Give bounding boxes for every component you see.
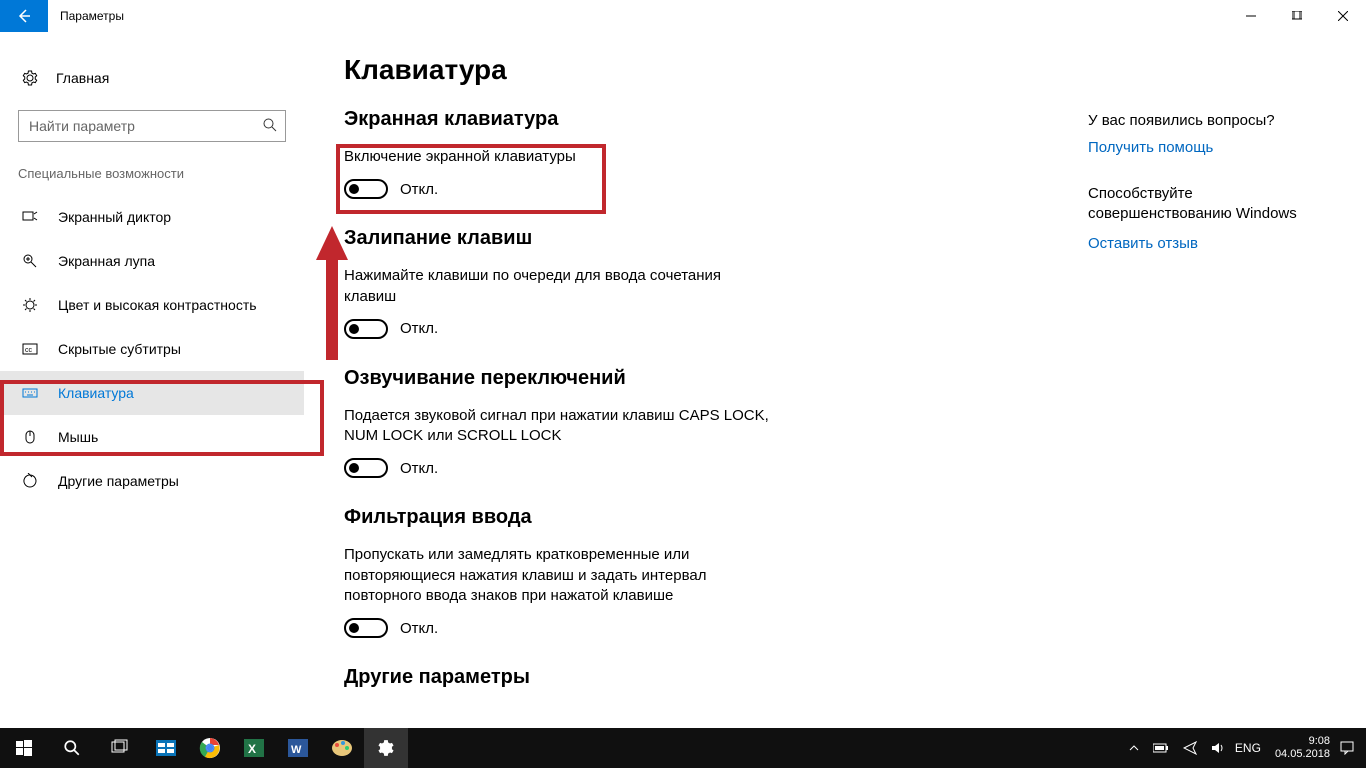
task-view-button[interactable] — [96, 728, 144, 768]
section-toggle-keys-heading: Озвучивание переключений — [344, 367, 1366, 390]
magnifier-icon — [20, 253, 40, 269]
captions-icon: cc — [20, 341, 40, 357]
sidebar: Главная Специальные возможности Экранный… — [0, 32, 304, 728]
search-input[interactable] — [18, 110, 286, 142]
tray-time: 9:08 — [1275, 735, 1330, 748]
sidebar-item-magnifier[interactable]: Экранная лупа — [0, 239, 304, 283]
toggle-state: Откл. — [400, 181, 438, 198]
taskbar-search-button[interactable] — [48, 728, 96, 768]
sidebar-item-label: Клавиатура — [58, 385, 134, 401]
back-button[interactable] — [0, 0, 48, 32]
close-button[interactable] — [1320, 0, 1366, 32]
sidebar-item-label: Экранная лупа — [58, 253, 155, 269]
setting-sticky-label: Нажимайте клавиши по очереди для ввода с… — [344, 266, 774, 307]
sidebar-item-keyboard[interactable]: Клавиатура — [0, 371, 304, 415]
taskbar-app-paint[interactable] — [320, 728, 364, 768]
volume-icon[interactable] — [1207, 741, 1229, 755]
taskbar-app-filemanager[interactable] — [144, 728, 188, 768]
sidebar-item-label: Скрытые субтитры — [58, 341, 181, 357]
gear-icon — [20, 70, 40, 86]
toggle-state: Откл. — [400, 620, 438, 637]
other-icon — [20, 473, 40, 489]
start-button[interactable] — [0, 728, 48, 768]
questions-heading: У вас появились вопросы? — [1088, 112, 1318, 129]
toggle-filter-keys[interactable] — [344, 618, 388, 638]
mouse-icon — [20, 429, 40, 445]
search-icon — [262, 117, 278, 138]
section-filter-keys-heading: Фильтрация ввода — [344, 506, 1366, 529]
toggle-state: Откл. — [400, 320, 438, 337]
toggle-onscreen-keyboard[interactable] — [344, 179, 388, 199]
sidebar-item-label: Другие параметры — [58, 473, 179, 489]
svg-text:W: W — [291, 744, 302, 756]
sidebar-item-captions[interactable]: cc Скрытые субтитры — [0, 327, 304, 371]
setting-togglekeys-label: Подается звуковой сигнал при нажатии кла… — [344, 406, 774, 447]
sidebar-item-mouse[interactable]: Мышь — [0, 415, 304, 459]
get-help-link[interactable]: Получить помощь — [1088, 139, 1318, 156]
sidebar-item-label: Экранный диктор — [58, 209, 171, 225]
home-label: Главная — [56, 70, 109, 86]
home-button[interactable]: Главная — [0, 60, 304, 96]
tray-clock[interactable]: 9:08 04.05.2018 — [1275, 735, 1330, 760]
toggle-sticky-keys[interactable] — [344, 319, 388, 339]
sidebar-item-label: Цвет и высокая контрастность — [58, 297, 257, 313]
battery-icon[interactable] — [1149, 743, 1173, 753]
minimize-button[interactable] — [1228, 0, 1274, 32]
window-title: Параметры — [60, 9, 124, 23]
sidebar-item-other[interactable]: Другие параметры — [0, 459, 304, 503]
search-wrap — [18, 110, 286, 142]
keyboard-icon — [20, 385, 40, 401]
sidebar-item-narrator[interactable]: Экранный диктор — [0, 195, 304, 239]
sidebar-item-contrast[interactable]: Цвет и высокая контрастность — [0, 283, 304, 327]
taskbar[interactable]: X W ENG 9:08 04.05.2018 — [0, 728, 1366, 768]
airplane-icon[interactable] — [1179, 741, 1201, 755]
feedback-heading: Способствуйте совершенствованию Windows — [1088, 184, 1318, 225]
section-other-heading: Другие параметры — [344, 666, 1366, 689]
tray-language[interactable]: ENG — [1235, 741, 1261, 755]
tray-chevron-up-icon[interactable] — [1125, 743, 1143, 753]
page-title: Клавиатура — [344, 54, 1366, 86]
toggle-toggle-keys[interactable] — [344, 458, 388, 478]
taskbar-app-chrome[interactable] — [188, 728, 232, 768]
taskbar-app-settings[interactable] — [364, 728, 408, 768]
svg-text:cc: cc — [25, 347, 33, 354]
tray-date: 04.05.2018 — [1275, 748, 1330, 761]
taskbar-app-excel[interactable]: X — [232, 728, 276, 768]
taskbar-app-word[interactable]: W — [276, 728, 320, 768]
narrator-icon — [20, 209, 40, 225]
feedback-link[interactable]: Оставить отзыв — [1088, 235, 1318, 252]
contrast-icon — [20, 297, 40, 313]
titlebar: Параметры — [0, 0, 1366, 32]
toggle-state: Откл. — [400, 460, 438, 477]
setting-filter-label: Пропускать или замедлять кратковременные… — [344, 545, 774, 606]
setting-osk-label: Включение экранной клавиатуры — [344, 147, 774, 167]
arrow-left-icon — [16, 8, 32, 24]
sidebar-section-title: Специальные возможности — [0, 166, 304, 181]
system-tray[interactable]: ENG 9:08 04.05.2018 — [1125, 735, 1366, 760]
maximize-button[interactable] — [1274, 0, 1320, 32]
svg-text:X: X — [248, 742, 256, 756]
sidebar-item-label: Мышь — [58, 429, 98, 445]
right-pane: У вас появились вопросы? Получить помощь… — [1088, 112, 1318, 280]
action-center-icon[interactable] — [1336, 741, 1358, 755]
